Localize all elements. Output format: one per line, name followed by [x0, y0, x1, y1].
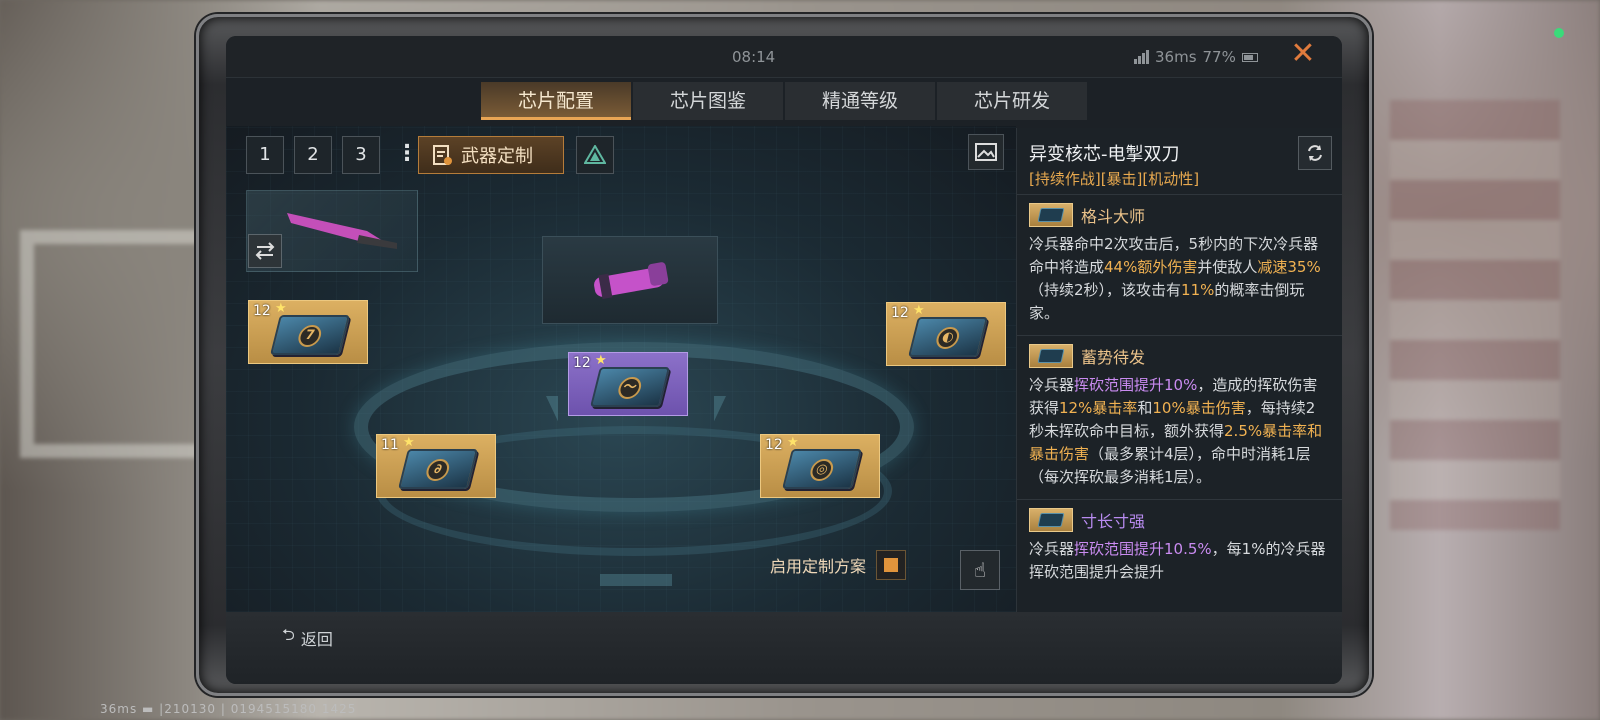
- bottom-bar: [226, 612, 1342, 684]
- chip-slot-5[interactable]: 12 ★ ◎: [760, 434, 880, 498]
- chip-icon: [1029, 203, 1073, 227]
- section-title: 寸长寸强: [1081, 512, 1146, 531]
- chip-glyph: ◐: [934, 327, 962, 349]
- chip-level: 11: [381, 437, 399, 453]
- preset-2-button[interactable]: 2: [294, 136, 332, 174]
- preset-1-button[interactable]: 1: [246, 136, 284, 174]
- chip-card-icon: ◐: [908, 317, 988, 357]
- network-info: 36ms 77%: [1134, 48, 1258, 66]
- picture-icon: [975, 143, 997, 161]
- tab-bar: 芯片配置 芯片图鉴 精通等级 芯片研发: [481, 82, 1087, 120]
- tab-mastery-level[interactable]: 精通等级: [785, 82, 935, 120]
- enable-custom-checkbox[interactable]: [876, 550, 907, 580]
- chip-section: 格斗大师 冷兵器命中2次攻击后，5秒内的下次冷兵器命中将造成44%额外伤害并使敌…: [1017, 194, 1342, 335]
- desc-highlight: 10%暴击伤害: [1152, 399, 1246, 417]
- clock: 08:14: [732, 48, 776, 66]
- checkbox-fill: [884, 558, 899, 572]
- swap-weapon-button[interactable]: [248, 234, 282, 268]
- close-button[interactable]: ✕: [1288, 39, 1318, 70]
- tab-chip-config[interactable]: 芯片配置: [481, 82, 631, 120]
- battery-icon: [1241, 52, 1258, 62]
- return-arrow-icon: ⮌: [282, 625, 295, 644]
- desc-highlight: 挥砍范围提升10%: [1074, 376, 1198, 394]
- chip-icon: [1029, 344, 1073, 368]
- chip-card-icon: 〜: [590, 367, 670, 407]
- chip-glyph: 7: [296, 325, 324, 347]
- chip-config-window: 08:14 36ms 77% ✕ 芯片配置 芯片图鉴 精通等级 芯片研发 1 2…: [226, 36, 1342, 684]
- weapon-custom-button[interactable]: 武器定制: [418, 136, 564, 174]
- preview-button[interactable]: [968, 134, 1004, 170]
- chip-level: 12: [253, 303, 271, 319]
- chip-level: 12: [765, 437, 783, 453]
- chip-slot-1[interactable]: 12 ★ 7: [248, 300, 368, 364]
- chip-level: 12: [891, 305, 909, 321]
- tab-chip-catalog[interactable]: 芯片图鉴: [633, 82, 783, 120]
- section-header: 格斗大师: [1029, 203, 1330, 227]
- chip-glyph: ∂: [424, 459, 452, 481]
- back-button[interactable]: ⮌ 返回: [282, 624, 333, 651]
- desc-highlight: 44%额外伤害: [1104, 258, 1198, 276]
- chip-detail-panel: 异变核芯-电掣双刀 [持续作战][暴击][机动性] 格斗大师 冷兵器命中2次攻击…: [1016, 128, 1342, 612]
- section-header: 蓄势待发: [1029, 344, 1330, 368]
- desc-text: 冷兵器: [1029, 376, 1075, 394]
- desc-text: 冷兵器: [1029, 540, 1075, 558]
- chip-card-icon: 7: [270, 315, 350, 355]
- chip-slot-4[interactable]: 11 ★ ∂: [376, 434, 496, 498]
- refresh-icon: [1308, 145, 1322, 161]
- core-gauntlet-icon: [594, 262, 669, 300]
- bottom-status-text: 36ms ▬ |210130 | 0194515180 1425: [100, 702, 357, 716]
- chip-icon: [1029, 508, 1073, 532]
- core-title: 异变核芯-电掣双刀: [1029, 144, 1180, 165]
- section-description: 冷兵器命中2次攻击后，5秒内的下次冷兵器命中将造成44%额外伤害并使敌人减速35…: [1029, 233, 1330, 325]
- preset-3-button[interactable]: 3: [342, 136, 380, 174]
- desc-highlight: 12%暴击率: [1059, 399, 1138, 417]
- chip-card-icon: ◎: [782, 449, 862, 489]
- enable-custom-label: 启用定制方案: [770, 557, 867, 576]
- desc-text: （持续2秒），该攻击有: [1029, 281, 1182, 299]
- star-icon: ★: [403, 435, 415, 450]
- chip-glyph: 〜: [616, 377, 644, 399]
- weapon-custom-label: 武器定制: [461, 146, 533, 167]
- star-icon: ★: [595, 353, 607, 368]
- ping-text: 36ms: [1155, 48, 1197, 66]
- desc-text: 和: [1137, 399, 1153, 417]
- more-options-button[interactable]: ⋮: [396, 138, 418, 170]
- tab-chip-research[interactable]: 芯片研发: [937, 82, 1087, 120]
- star-icon: ★: [275, 301, 287, 316]
- section-description: 冷兵器挥砍范围提升10.5%，每1%的冷兵器挥砍范围提升会提升: [1029, 538, 1330, 584]
- chip-glyph: ◎: [808, 459, 836, 481]
- star-icon: ★: [913, 303, 925, 318]
- back-label: 返回: [300, 629, 333, 649]
- panel-title-row: 异变核芯-电掣双刀: [1017, 128, 1342, 170]
- core-item-slot[interactable]: [542, 236, 718, 324]
- clipboard-icon: [433, 145, 452, 165]
- section-title: 蓄势待发: [1081, 348, 1146, 367]
- desc-highlight: 挥砍范围提升10.5%: [1074, 540, 1212, 558]
- chip-slot-3-selected[interactable]: 12 ★ 〜: [568, 352, 688, 416]
- section-header: 寸长寸强: [1029, 508, 1330, 532]
- share-button[interactable]: [576, 136, 614, 174]
- swap-icon: [255, 242, 275, 260]
- top-bar: 08:14 36ms 77% ✕: [226, 36, 1342, 78]
- chip-section: 寸长寸强 冷兵器挥砍范围提升10.5%，每1%的冷兵器挥砍范围提升会提升: [1017, 499, 1342, 594]
- chip-card-icon: ∂: [398, 449, 478, 489]
- section-title: 格斗大师: [1081, 207, 1146, 226]
- hand-pointer-button[interactable]: ☝: [960, 550, 1000, 590]
- star-icon: ★: [787, 435, 799, 450]
- battery-text: 77%: [1202, 48, 1236, 66]
- chip-section: 蓄势待发 冷兵器挥砍范围提升10%，造成的挥砍伤害获得12%暴击率和10%暴击伤…: [1017, 335, 1342, 499]
- core-tags: [持续作战][暴击][机动性]: [1029, 170, 1200, 188]
- triangle-share-icon: [584, 145, 606, 164]
- desc-highlight: 11%: [1181, 281, 1215, 299]
- desc-text: 并使敌人: [1197, 258, 1258, 276]
- desc-highlight: 减速35%: [1257, 258, 1321, 276]
- section-description: 冷兵器挥砍范围提升10%，造成的挥砍伤害获得12%暴击率和10%暴击伤害，每持续…: [1029, 374, 1330, 489]
- enable-custom-plan[interactable]: 启用定制方案: [770, 550, 907, 580]
- chip-slot-2[interactable]: 12 ★ ◐: [886, 302, 1006, 366]
- refresh-button[interactable]: [1298, 136, 1332, 170]
- hand-icon: ☝: [973, 558, 987, 582]
- signal-icon: [1134, 50, 1149, 64]
- chip-level: 12: [573, 355, 591, 371]
- status-dot: [1554, 28, 1564, 38]
